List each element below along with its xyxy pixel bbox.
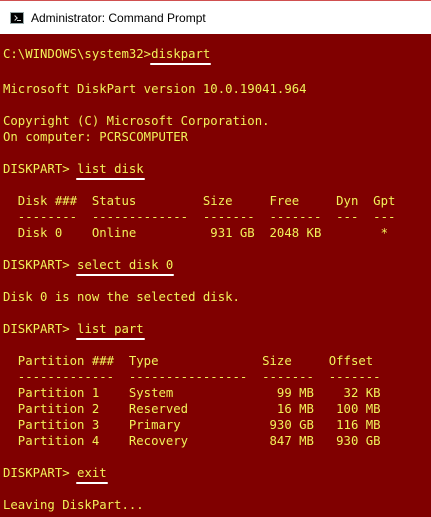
- partition-table-header: Partition ### Type Size Offset: [3, 354, 374, 368]
- command-select-disk: select disk 0: [76, 257, 175, 276]
- command-list-disk: list disk: [76, 161, 145, 180]
- partition-row: Partition 2 Reserved 16 MB 100 MB: [3, 402, 381, 416]
- copyright-line: Copyright (C) Microsoft Corporation.: [3, 114, 270, 128]
- command-diskpart: diskpart: [150, 46, 212, 65]
- prompt: DISKPART>: [3, 322, 78, 336]
- computer-line: On computer: PCRSCOMPUTER: [3, 130, 189, 144]
- console-line: DISKPART> list part: [3, 321, 145, 340]
- console-line: C:\WINDOWS\system32>diskpart: [3, 46, 212, 65]
- partition-row: Partition 3 Primary 930 GB 116 MB: [3, 418, 381, 432]
- leaving-message: Leaving DiskPart...: [3, 498, 144, 512]
- disk-table-row: Disk 0 Online 931 GB 2048 KB *: [3, 226, 388, 240]
- highlight-underline: [76, 178, 145, 180]
- disk-table-separator: -------- ------------- ------- ------- -…: [3, 210, 396, 224]
- command-exit: exit: [76, 465, 108, 484]
- prompt: DISKPART>: [3, 258, 78, 272]
- console-line: DISKPART> select disk 0: [3, 257, 175, 276]
- selected-message: Disk 0 is now the selected disk.: [3, 290, 240, 304]
- prompt: DISKPART>: [3, 466, 78, 480]
- console-output[interactable]: C:\WINDOWS\system32>diskpart Microsoft D…: [3, 0, 429, 517]
- command-prompt-window: Administrator: Command Prompt C:\WINDOWS…: [0, 0, 431, 517]
- console-line: DISKPART> list disk: [3, 161, 145, 180]
- partition-table-separator: ------------- ---------------- ------- -…: [3, 370, 381, 384]
- highlight-underline: [76, 274, 175, 276]
- highlight-underline: [76, 338, 145, 340]
- partition-row: Partition 1 System 99 MB 32 KB: [3, 386, 381, 400]
- highlight-underline: [76, 482, 108, 484]
- partition-row: Partition 4 Recovery 847 MB 930 GB: [3, 434, 381, 448]
- prompt: DISKPART>: [3, 162, 78, 176]
- command-list-part: list part: [76, 321, 145, 340]
- version-line: Microsoft DiskPart version 10.0.19041.96…: [3, 82, 307, 96]
- prompt: C:\WINDOWS\system32>: [3, 47, 152, 61]
- highlight-underline: [150, 63, 212, 65]
- console-line: DISKPART> exit: [3, 465, 108, 484]
- disk-table-header: Disk ### Status Size Free Dyn Gpt: [3, 194, 396, 208]
